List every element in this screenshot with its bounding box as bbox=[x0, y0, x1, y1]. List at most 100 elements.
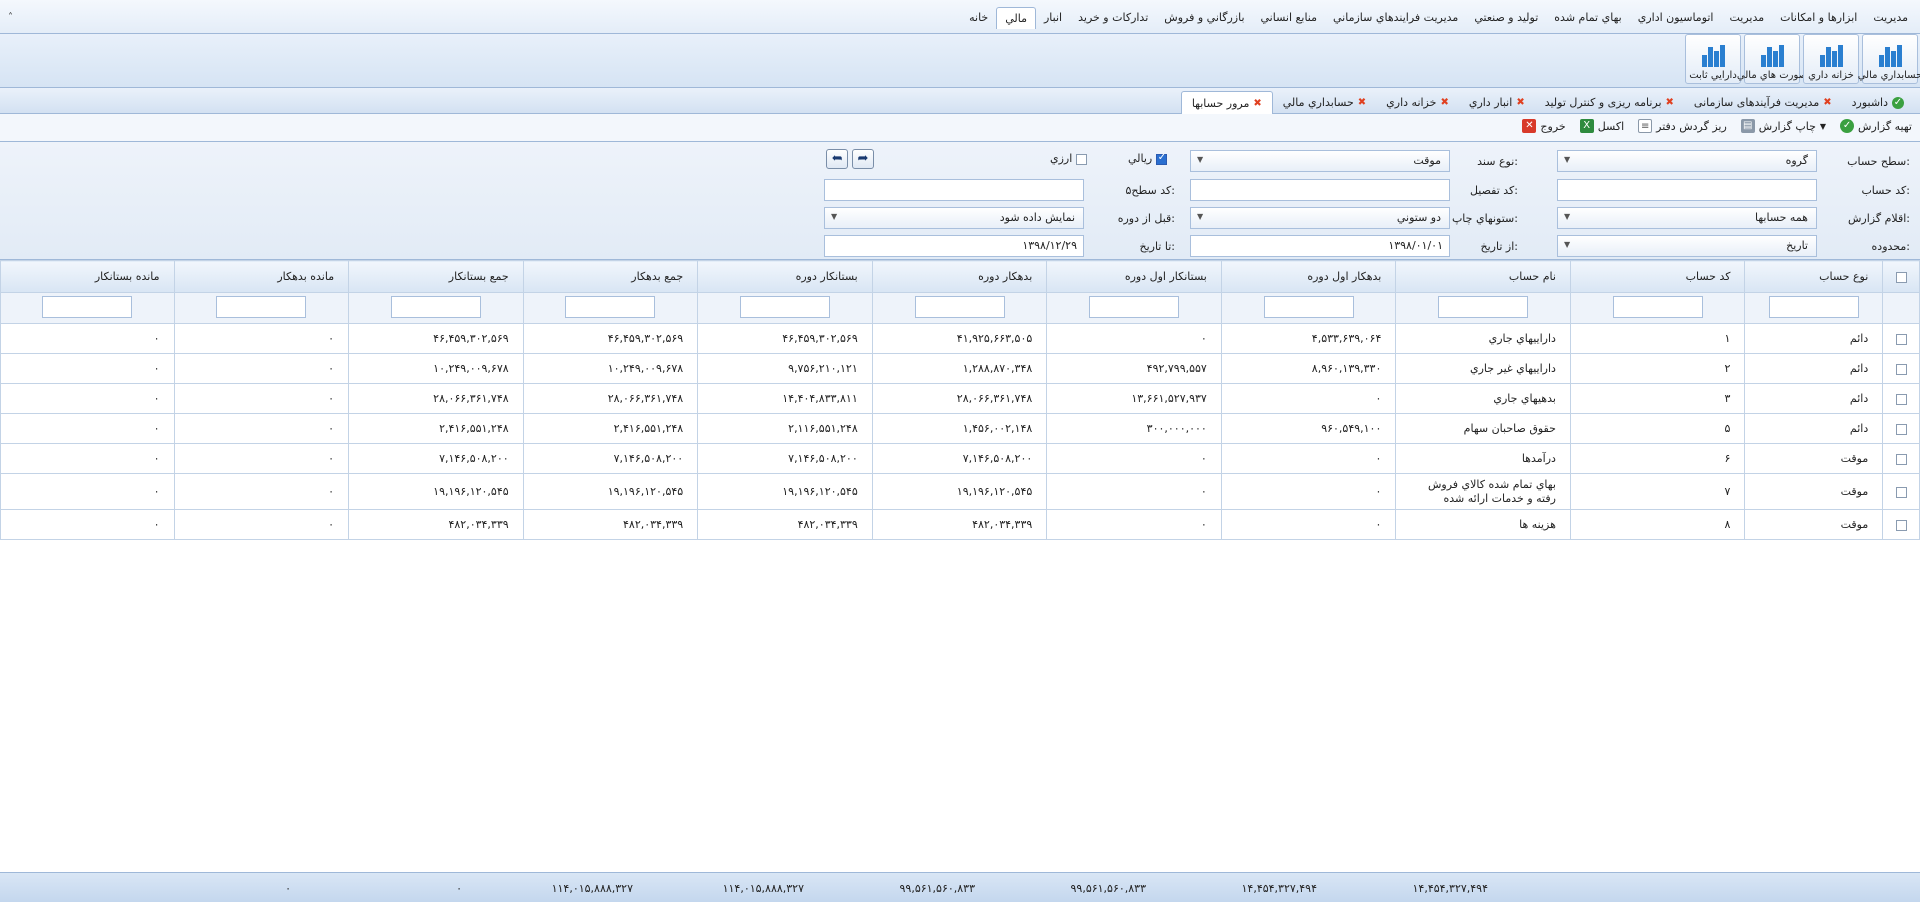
table-row[interactable]: موقت ۷ بهاي تمام شده کالاي فروش رفته و خدم… bbox=[0, 473, 1920, 510]
table-row[interactable]: دائم ۵ حقوق صاحبان سهام ۹۶۰,۵۴۹,۱۰۰ ۳۰۰,۰۰۰,… bbox=[0, 413, 1920, 444]
tab-1[interactable]: مدیریت فرآیندهای سازمانی ✖ bbox=[1684, 91, 1842, 114]
from-date-input[interactable]: ۱۳۹۸/۰۱/۰۱ bbox=[1190, 235, 1450, 257]
account-level-select[interactable]: گروه ▼ bbox=[1557, 150, 1817, 172]
table-row[interactable]: دائم ۳ بدهیهاي جاري ۰ ۱۳,۶۶۱,۵۲۷,۹۳۷ ۲۸,۰۶۶,۳… bbox=[0, 383, 1920, 414]
excel-button[interactable]: X اکسل bbox=[1579, 119, 1624, 133]
column-filter-input[interactable] bbox=[1263, 295, 1354, 318]
column-filter-input[interactable] bbox=[739, 295, 830, 318]
chevron-down-icon: ▼ bbox=[1564, 212, 1571, 221]
column-header-2[interactable]: نام حساب bbox=[1395, 260, 1571, 293]
checkbox-icon bbox=[1895, 486, 1907, 498]
row-checkbox[interactable] bbox=[1882, 443, 1920, 474]
close-tab-icon[interactable]: ✖ bbox=[1516, 97, 1524, 108]
column-filter-input[interactable] bbox=[914, 295, 1005, 318]
currency-checkbox[interactable]: ارزي bbox=[1050, 152, 1087, 165]
menu-item-4[interactable]: بازرگاني و فروش bbox=[1156, 7, 1252, 29]
ribbon-button-0[interactable]: حسابداري مالي bbox=[1858, 34, 1920, 84]
menu-item-7[interactable]: تولید و صنعتي bbox=[1466, 7, 1546, 29]
forward-arrow-button[interactable]: ➦ bbox=[852, 149, 874, 169]
rial-checkbox[interactable]: ریالي bbox=[1128, 152, 1167, 165]
column-filter-input[interactable] bbox=[216, 295, 307, 318]
close-tab-icon[interactable]: ✖ bbox=[1823, 97, 1831, 108]
column-filter-input[interactable] bbox=[1089, 295, 1180, 318]
column-header-4[interactable]: بستانکار اول دوره bbox=[1046, 260, 1222, 293]
column-filter-input[interactable] bbox=[1612, 295, 1703, 318]
close-tab-icon[interactable]: ✖ bbox=[1358, 97, 1366, 108]
column-header-9[interactable]: مانده بدهکار bbox=[173, 260, 350, 293]
column-filter-input[interactable] bbox=[1768, 295, 1859, 318]
cell-0: موقت bbox=[1744, 443, 1884, 474]
column-filter-input[interactable] bbox=[390, 295, 481, 318]
row-checkbox[interactable] bbox=[1882, 383, 1920, 414]
report-items-select[interactable]: همه حسابها ▼ bbox=[1557, 207, 1817, 229]
menu-item-12[interactable]: مدیریت bbox=[1865, 7, 1916, 29]
column-header-6[interactable]: بستانکار دوره bbox=[697, 260, 873, 293]
column-header-0[interactable]: نوع حساب bbox=[1744, 260, 1884, 293]
table-row[interactable]: دائم ۲ دارایيهاي غیر جاري ۸,۹۶۰,۱۳۹,۳۳۰ ۴۹۲,… bbox=[0, 353, 1920, 384]
table-row[interactable]: موقت ۶ درآمدها ۰ ۰ ۷,۱۴۶,۵۰۸,۲۰۰ ۷,۱۴۶,۵۰۸,۲۰۰… bbox=[0, 443, 1920, 474]
menu-item-9[interactable]: اتوماسیون اداري bbox=[1630, 7, 1722, 29]
table-row[interactable]: موقت ۸ هزینه ها ۰ ۰ ۴۸۲,۰۳۴,۳۳۹ ۴۸۲,۰۳۴,۳۳۹ ۴۸۲… bbox=[0, 509, 1920, 540]
total-value-0: ۱۴,۴۵۴,۳۲۷,۴۹۴ bbox=[1412, 882, 1488, 895]
table-row[interactable]: دائم ۱ دارایيهاي جاري ۴,۵۳۳,۶۳۹,۰۶۴ ۰ ۴۱,۹۲۵,… bbox=[0, 323, 1920, 354]
row-checkbox[interactable] bbox=[1882, 353, 1920, 384]
ribbon-button-1[interactable]: خزانه داري bbox=[1803, 34, 1859, 84]
cell-1: ۳ bbox=[1569, 383, 1746, 414]
tab-5[interactable]: حسابداري مالي ✖ bbox=[1273, 91, 1376, 114]
account-code-input[interactable] bbox=[1557, 179, 1817, 201]
tab-3[interactable]: انبار داري ✖ bbox=[1459, 91, 1535, 114]
doc-type-select[interactable]: موقت ▼ bbox=[1190, 150, 1450, 172]
grid-header-row: نوع حساب کد حساب نام حساب بدهکار اول دوره بس… bbox=[0, 260, 1920, 293]
filter-cell bbox=[871, 292, 1048, 324]
back-arrow-button[interactable]: ➦ bbox=[826, 149, 848, 169]
select-all-checkbox[interactable] bbox=[1882, 260, 1920, 293]
row-checkbox[interactable] bbox=[1882, 413, 1920, 444]
print-report-button[interactable]: ▤ چاپ گزارش ▼ bbox=[1740, 119, 1826, 133]
print-columns-select[interactable]: دو ستوني ▼ bbox=[1190, 207, 1450, 229]
cell-6: ۱۴,۴۰۴,۸۳۳,۸۱۱ bbox=[697, 383, 873, 414]
close-tab-icon[interactable]: ✖ bbox=[1440, 97, 1448, 108]
tab-2[interactable]: برنامه ریزی و کنترل تولید ✖ bbox=[1535, 91, 1684, 114]
row-checkbox[interactable] bbox=[1882, 509, 1920, 540]
menu-item-3[interactable]: تدارکات و خرید bbox=[1070, 7, 1156, 29]
row-checkbox[interactable] bbox=[1882, 323, 1920, 354]
column-header-10[interactable]: مانده بستانکار bbox=[0, 260, 175, 293]
column-header-7[interactable]: جمع بدهکار bbox=[522, 260, 699, 293]
column-header-8[interactable]: جمع بستانکار bbox=[348, 260, 524, 293]
column-filter-input[interactable] bbox=[42, 295, 133, 318]
column-header-3[interactable]: بدهکار اول دوره bbox=[1220, 260, 1397, 293]
ribbon-button-2[interactable]: صورت هاي مالي bbox=[1737, 34, 1807, 84]
prepare-report-button[interactable]: ✓ تهیه گزارش bbox=[1840, 119, 1912, 133]
menu-item-1[interactable]: مالي bbox=[996, 7, 1036, 29]
menu-item-5[interactable]: منابع انساني bbox=[1253, 7, 1326, 29]
menu-item-11[interactable]: ابزارها و امکانات bbox=[1772, 7, 1865, 29]
cell-4: ۰ bbox=[1046, 473, 1222, 510]
collapse-ribbon-icon[interactable]: ˄ bbox=[8, 12, 13, 23]
menu-item-0[interactable]: خانه bbox=[961, 7, 996, 29]
to-date-input[interactable]: ۱۳۹۸/۱۲/۲۹ bbox=[824, 235, 1084, 257]
menu-item-10[interactable]: مدیریت bbox=[1722, 7, 1773, 29]
tab-0[interactable]: داشبورد ✓ bbox=[1842, 91, 1914, 114]
exit-button[interactable]: ✕ خروج bbox=[1522, 119, 1566, 133]
cell-5: ۷,۱۴۶,۵۰۸,۲۰۰ bbox=[871, 443, 1048, 474]
close-tab-icon[interactable]: ✖ bbox=[1253, 98, 1261, 109]
level5-code-input[interactable] bbox=[824, 179, 1084, 201]
before-period-select[interactable]: نمایش داده شود ▼ bbox=[824, 207, 1084, 229]
menu-item-6[interactable]: مدیریت فرایندهاي سازماني bbox=[1325, 7, 1466, 29]
tab-6[interactable]: مرور حسابها ✖ bbox=[1180, 91, 1273, 114]
ribbon-button-3[interactable]: دارایي ثابت bbox=[1685, 34, 1741, 84]
menu-item-2[interactable]: انبار bbox=[1036, 7, 1070, 29]
cell-3: ۹۶۰,۵۴۹,۱۰۰ bbox=[1220, 413, 1397, 444]
before-period-label: قبل از دوره: bbox=[1117, 212, 1175, 225]
range-select[interactable]: تاریخ ▼ bbox=[1557, 235, 1817, 257]
menu-item-8[interactable]: بهاي تمام شده bbox=[1546, 7, 1629, 29]
detail-code-input[interactable] bbox=[1190, 179, 1450, 201]
column-filter-input[interactable] bbox=[565, 295, 656, 318]
column-header-1[interactable]: کد حساب bbox=[1569, 260, 1746, 293]
close-tab-icon[interactable]: ✖ bbox=[1666, 97, 1674, 108]
row-checkbox[interactable] bbox=[1882, 473, 1920, 510]
tab-4[interactable]: خزانه داري ✖ bbox=[1376, 91, 1459, 114]
ledger-detail-button[interactable]: ≡ ریز گردش دفتر bbox=[1638, 119, 1727, 133]
column-filter-input[interactable] bbox=[1438, 295, 1529, 318]
column-header-5[interactable]: بدهکار دوره bbox=[871, 260, 1048, 293]
